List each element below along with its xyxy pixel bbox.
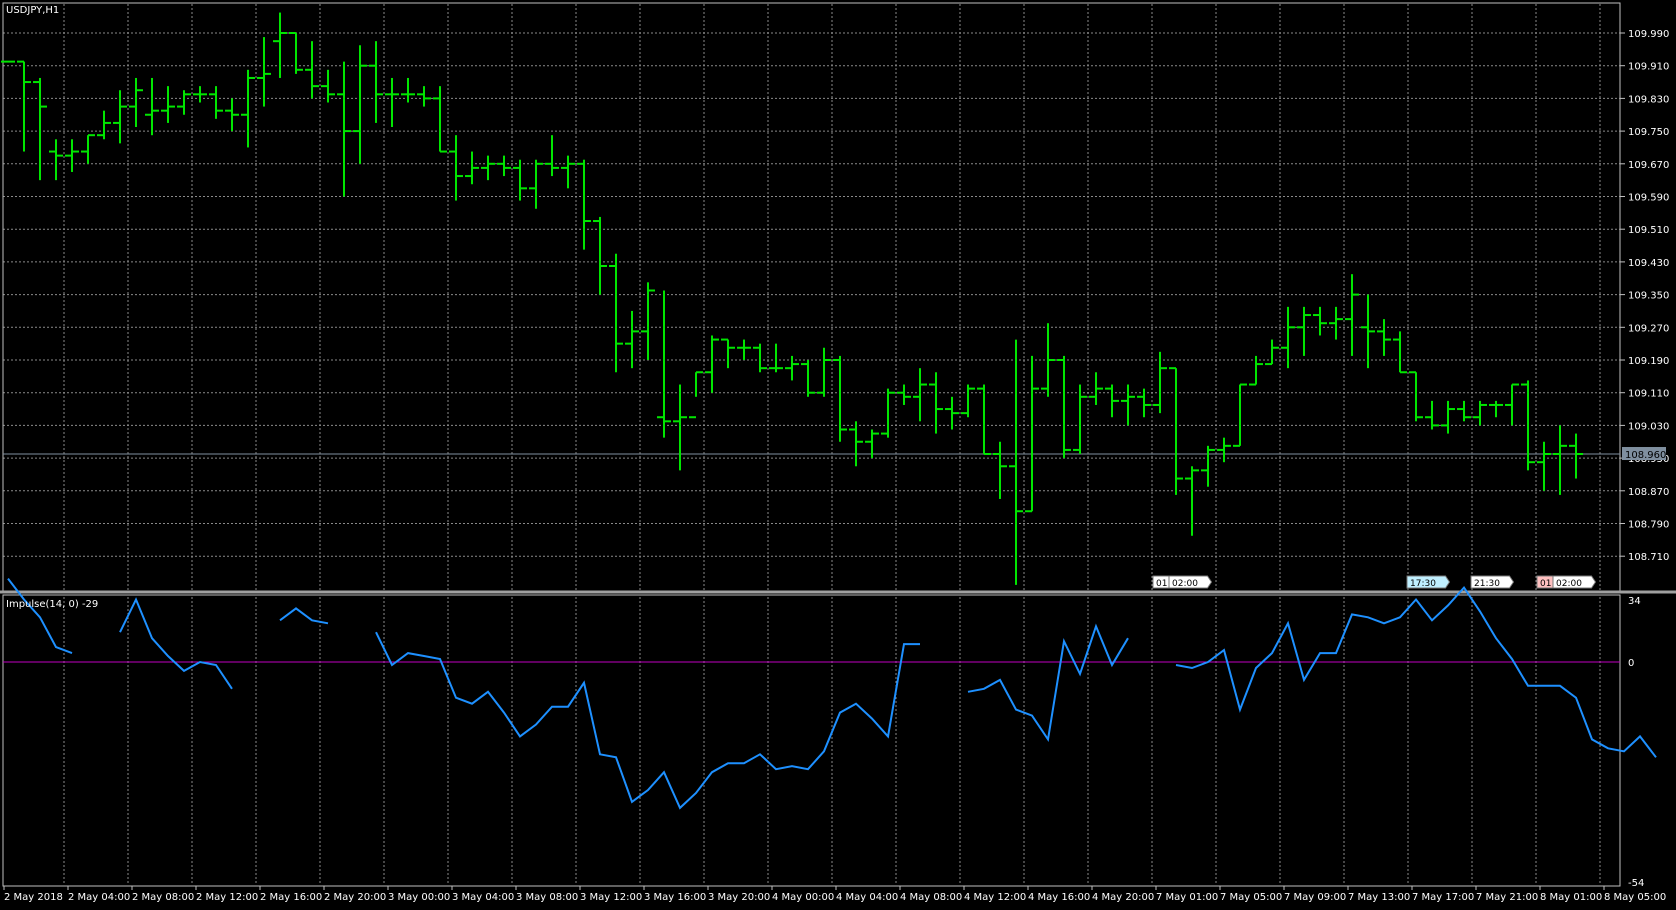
price-tick-label: 109.190 [1628, 356, 1669, 367]
price-tick-label: 108.870 [1628, 487, 1669, 498]
time-tick-label: 4 May 20:00 [1092, 892, 1154, 903]
price-tick-label: 109.270 [1628, 323, 1669, 334]
price-tick-label: 109.510 [1628, 225, 1669, 236]
time-tick-label: 4 May 04:00 [836, 892, 898, 903]
time-tick-label: 7 May 09:00 [1284, 892, 1346, 903]
price-tick-label: 109.990 [1628, 29, 1669, 40]
price-tick-label: 108.790 [1628, 520, 1669, 531]
price-tick-label: 109.910 [1628, 62, 1669, 73]
time-tick-label: 2 May 20:00 [324, 892, 386, 903]
time-marker-label: 17:30 [1410, 579, 1436, 589]
price-tick-label: 109.350 [1628, 291, 1669, 302]
indicator-tick-label: -54 [1628, 878, 1644, 889]
time-tick-label: 2 May 08:00 [132, 892, 194, 903]
time-tick-label: 8 May 01:00 [1540, 892, 1602, 903]
current-price-label: 108.960 [1625, 450, 1666, 461]
chart-window[interactable]: 109.990 109.910 109.830 109.750 109.670 109.5… [0, 0, 1676, 910]
time-tick-label: 3 May 00:00 [388, 892, 450, 903]
time-tick-label: 7 May 13:00 [1348, 892, 1410, 903]
time-tick-label: 4 May 08:00 [900, 892, 962, 903]
price-tick-label: 109.670 [1628, 160, 1669, 171]
time-tick-label: 3 May 08:00 [516, 892, 578, 903]
time-marker-label: 02:00 [1172, 579, 1198, 589]
time-tick-label: 2 May 16:00 [260, 892, 322, 903]
time-tick-label: 4 May 16:00 [1028, 892, 1090, 903]
price-tick-label: 109.590 [1628, 193, 1669, 204]
time-tick-label: 2 May 2018 [4, 892, 63, 903]
time-marker-label: 02:00 [1556, 579, 1582, 589]
time-tick-label: 2 May 12:00 [196, 892, 258, 903]
time-tick-label: 3 May 20:00 [708, 892, 770, 903]
time-marker-label: 21:30 [1474, 579, 1500, 589]
time-tick-label: 4 May 12:00 [964, 892, 1026, 903]
time-tick-label: 7 May 01:00 [1156, 892, 1218, 903]
price-tick-label: 109.430 [1628, 258, 1669, 269]
time-tick-label: 7 May 21:00 [1476, 892, 1538, 903]
indicator-tick-label: 0 [1628, 658, 1634, 669]
time-tick-label: 4 May 00:00 [772, 892, 834, 903]
indicator-tick-label: 34 [1628, 596, 1641, 607]
price-tick-label: 108.710 [1628, 552, 1669, 563]
chart-title: USDJPY,H1 [6, 5, 59, 16]
time-tick-label: 3 May 12:00 [580, 892, 642, 903]
time-tick-label: 3 May 04:00 [452, 892, 514, 903]
time-tick-label: 8 May 05:00 [1604, 892, 1666, 903]
price-tick-label: 109.110 [1628, 389, 1669, 400]
price-tick-label: 109.030 [1628, 421, 1669, 432]
price-tick-label: 109.830 [1628, 94, 1669, 105]
indicator-title: Impulse(14, 0) -29 [6, 599, 98, 610]
time-marker-label: 01: [1540, 579, 1554, 589]
time-tick-label: 7 May 05:00 [1220, 892, 1282, 903]
time-tick-label: 3 May 16:00 [644, 892, 706, 903]
time-marker-label: 01: [1156, 579, 1170, 589]
background [0, 0, 1676, 910]
time-tick-label: 2 May 04:00 [68, 892, 130, 903]
price-tick-label: 109.750 [1628, 127, 1669, 138]
time-tick-label: 7 May 17:00 [1412, 892, 1474, 903]
